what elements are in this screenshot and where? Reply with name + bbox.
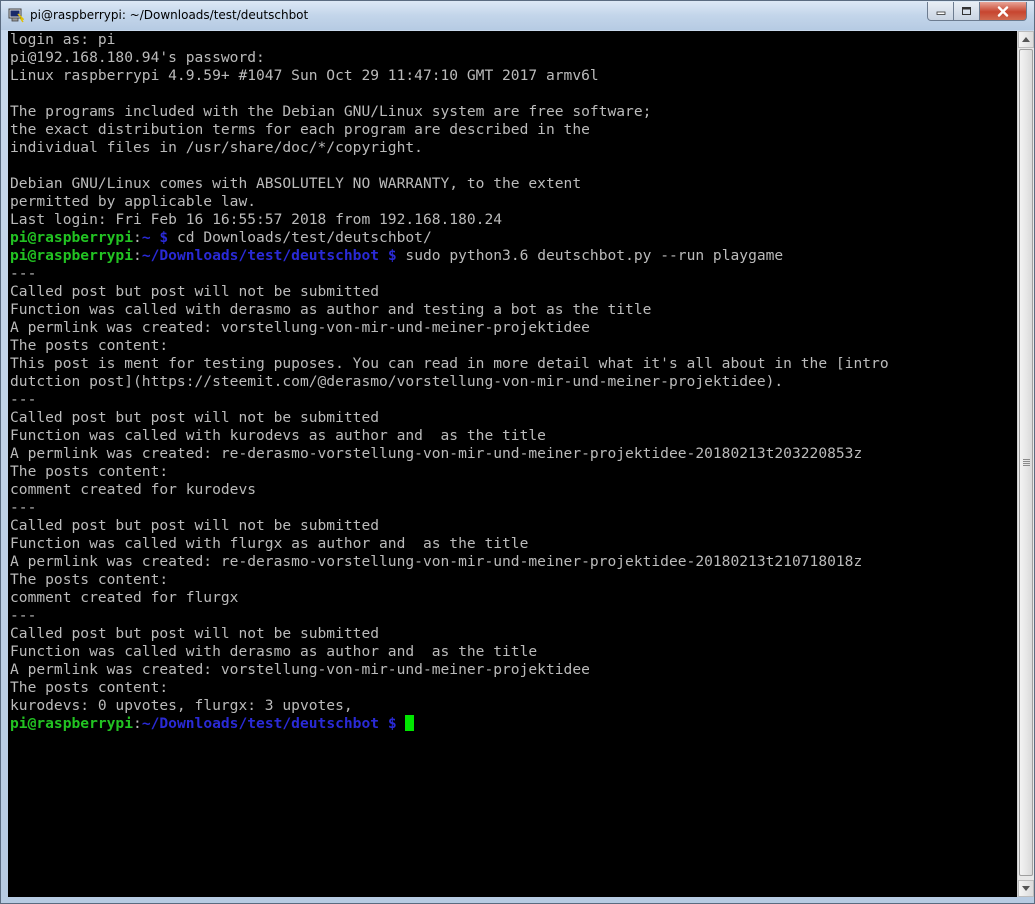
grip-line <box>1023 465 1030 466</box>
prompt-command: cd Downloads/test/deutschbot/ <box>168 229 432 246</box>
scroll-up-button[interactable] <box>1018 31 1034 48</box>
terminal-line: The programs included with the Debian GN… <box>10 103 652 120</box>
terminal-line: Function was called with kurodevs as aut… <box>10 427 546 444</box>
terminal-line: the exact distribution terms for each pr… <box>10 121 590 138</box>
maximize-button[interactable] <box>953 2 980 21</box>
close-icon <box>997 5 1009 17</box>
terminal-line: login as: pi <box>10 31 116 48</box>
putty-window: pi@raspberrypi: ~/Downloads/test/deutsch… <box>0 0 1035 904</box>
terminal-line: permitted by applicable law. <box>10 193 257 210</box>
prompt-user-host: pi@raspberrypi <box>10 229 134 246</box>
grip-line <box>1023 463 1030 464</box>
terminal-line: --- <box>10 499 37 516</box>
putty-terminal-icon <box>8 8 24 23</box>
prompt-user-host: pi@raspberrypi <box>10 247 134 264</box>
terminal-line: --- <box>10 265 37 282</box>
terminal-line: This post is ment for testing puposes. Y… <box>10 355 889 372</box>
prompt-line: pi@raspberrypi:~/Downloads/test/deutschb… <box>8 247 1017 265</box>
prompt-path: ~ $ <box>141 229 169 246</box>
prompt-line: pi@raspberrypi:~/Downloads/test/deutschb… <box>8 715 1017 733</box>
chevron-down-icon <box>1022 886 1030 891</box>
terminal-line: Function was called with flurgx as autho… <box>10 535 529 552</box>
terminal-line: Called post but post will not be submitt… <box>10 409 380 426</box>
scrollbar-thumb[interactable] <box>1019 49 1033 876</box>
window-title: pi@raspberrypi: ~/Downloads/test/deutsch… <box>30 8 309 22</box>
chevron-up-icon <box>1022 37 1030 42</box>
grip-line <box>1023 459 1030 460</box>
prompt-command: sudo python3.6 deutschbot.py --run playg… <box>396 247 784 264</box>
terminal-output[interactable]: login as: pi pi@192.168.180.94's passwor… <box>8 31 1017 897</box>
prompt-colon: : <box>133 715 142 732</box>
terminal-line: The posts content: <box>10 463 169 480</box>
terminal-line: Called post but post will not be submitt… <box>10 517 380 534</box>
terminal-line: Called post but post will not be submitt… <box>10 625 380 642</box>
prompt-user-host: pi@raspberrypi <box>10 715 134 732</box>
prompt-path: ~/Downloads/test/deutschbot $ <box>141 715 397 732</box>
terminal-cursor[interactable] <box>405 715 415 731</box>
minimize-icon <box>936 11 945 15</box>
terminal-line: Function was called with derasmo as auth… <box>10 643 538 660</box>
terminal-line: kurodevs: 0 upvotes, flurgx: 3 upvotes, <box>10 697 353 714</box>
terminal-line: pi@192.168.180.94's password: <box>10 49 265 66</box>
terminal-line: --- <box>10 607 37 624</box>
title-bar[interactable]: pi@raspberrypi: ~/Downloads/test/deutsch… <box>1 1 1034 30</box>
terminal-line: The posts content: <box>10 337 169 354</box>
terminal-line: The posts content: <box>10 679 169 696</box>
terminal-line: --- <box>10 391 37 408</box>
terminal-line: dutction post](https://steemit.com/@dera… <box>10 373 784 390</box>
terminal-line: comment created for flurgx <box>10 589 239 606</box>
scroll-down-button[interactable] <box>1018 880 1034 897</box>
terminal-line: comment created for kurodevs <box>10 481 257 498</box>
terminal-line: A permlink was created: re-derasmo-vorst… <box>10 445 863 462</box>
terminal-line: Linux raspberrypi 4.9.59+ #1047 Sun Oct … <box>10 67 599 84</box>
prompt-colon: : <box>133 229 142 246</box>
terminal-line: A permlink was created: vorstellung-von-… <box>10 661 590 678</box>
terminal-line: The posts content: <box>10 571 169 588</box>
terminal-line: Last login: Fri Feb 16 16:55:57 2018 fro… <box>10 211 503 228</box>
minimize-button[interactable] <box>927 2 954 21</box>
terminal-line: A permlink was created: vorstellung-von-… <box>10 319 590 336</box>
maximize-icon <box>962 7 971 15</box>
prompt-line: pi@raspberrypi:~ $ cd Downloads/test/deu… <box>8 229 1017 247</box>
prompt-colon: : <box>133 247 142 264</box>
terminal-line: Debian GNU/Linux comes with ABSOLUTELY N… <box>10 175 582 192</box>
grip-line <box>1023 461 1030 462</box>
terminal-line: Called post but post will not be submitt… <box>10 283 380 300</box>
terminal-line: individual files in /usr/share/doc/*/cop… <box>10 139 423 156</box>
terminal-line: A permlink was created: re-derasmo-vorst… <box>10 553 863 570</box>
prompt-path: ~/Downloads/test/deutschbot $ <box>141 247 397 264</box>
terminal-line: Function was called with derasmo as auth… <box>10 301 652 318</box>
close-button[interactable] <box>979 2 1027 21</box>
vertical-scrollbar[interactable] <box>1017 31 1034 897</box>
